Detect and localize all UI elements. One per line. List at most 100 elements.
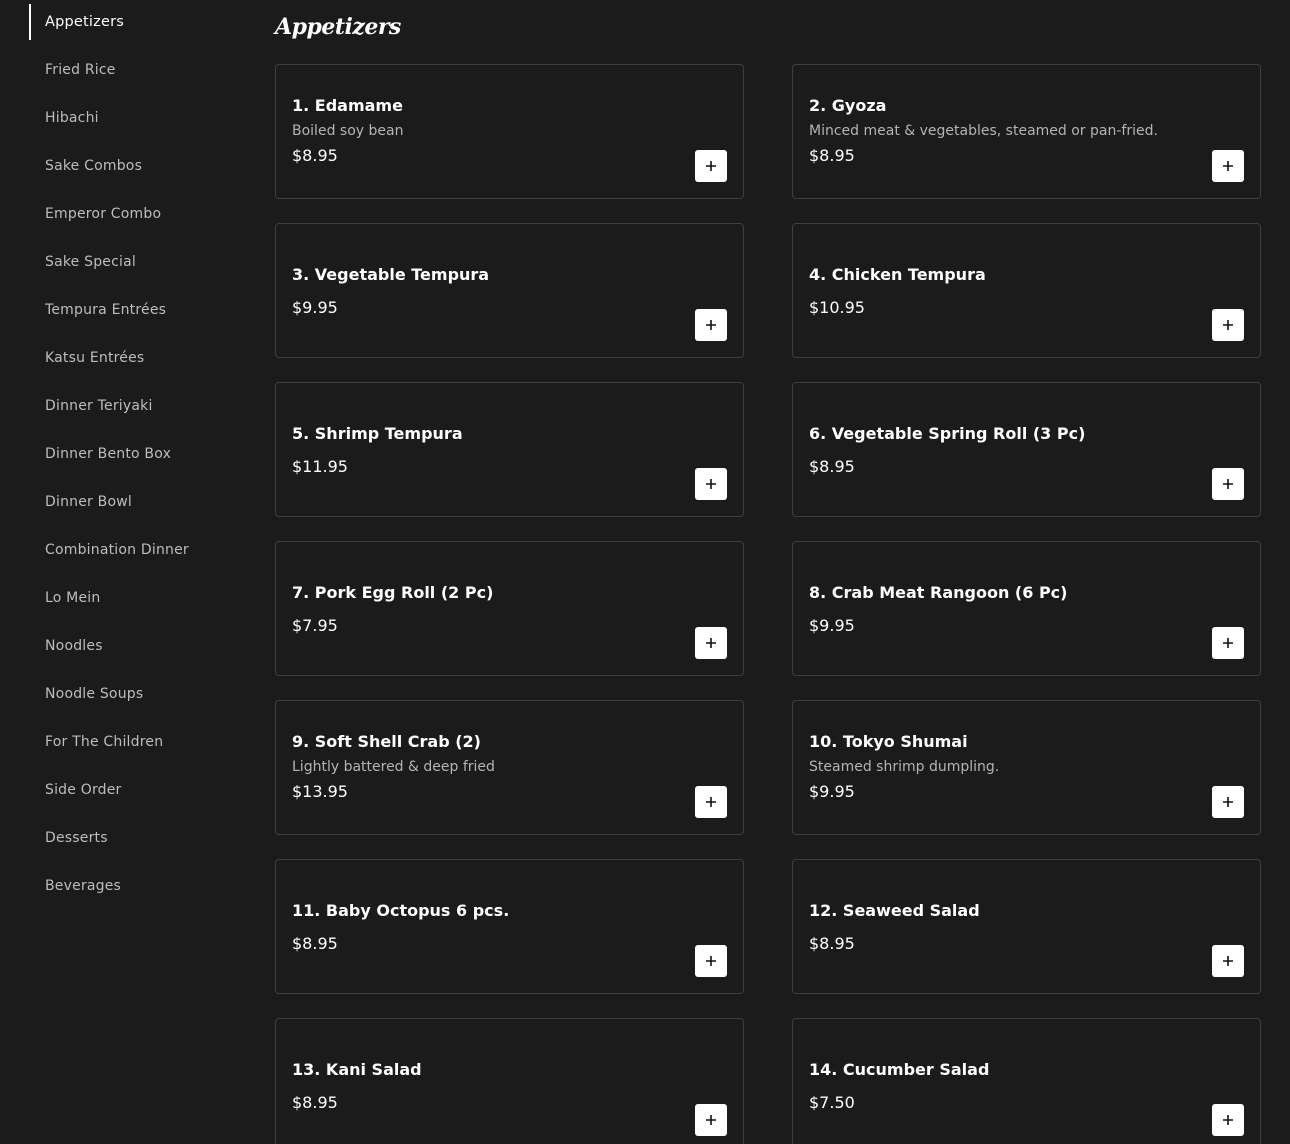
menu-item-price: $8.95	[292, 1093, 338, 1112]
plus-icon	[1223, 320, 1233, 330]
sidebar-item-sake-special[interactable]: Sake Special	[29, 244, 239, 280]
menu-item-card[interactable]: 9. Soft Shell Crab (2) Lightly battered …	[275, 700, 744, 835]
sidebar-item-hibachi[interactable]: Hibachi	[29, 100, 239, 136]
menu-item-price: $7.50	[809, 1093, 855, 1112]
sidebar-item-label: Noodle Soups	[45, 686, 144, 702]
menu-item-price: $8.95	[809, 934, 855, 953]
plus-icon	[706, 161, 716, 171]
add-to-cart-button[interactable]	[695, 786, 727, 818]
menu-item-price: $13.95	[292, 782, 348, 801]
sidebar-item-sake-combos[interactable]: Sake Combos	[29, 148, 239, 184]
add-to-cart-button[interactable]	[695, 945, 727, 977]
plus-icon	[1223, 638, 1233, 648]
plus-icon	[706, 1115, 716, 1125]
menu-item-card[interactable]: 2. Gyoza Minced meat & vegetables, steam…	[792, 64, 1261, 199]
menu-item-name: 14. Cucumber Salad	[809, 1060, 990, 1079]
sidebar-item-side-order[interactable]: Side Order	[29, 772, 239, 808]
menu-item-card[interactable]: 14. Cucumber Salad $7.50	[792, 1018, 1261, 1144]
add-to-cart-button[interactable]	[695, 309, 727, 341]
menu-item-card[interactable]: 1. Edamame Boiled soy bean $8.95	[275, 64, 744, 199]
menu-item-info: 4. Chicken Tempura $10.95	[809, 224, 1190, 357]
menu-item-price: $9.95	[292, 298, 338, 317]
menu-item-price: $9.95	[809, 616, 855, 635]
category-sidebar: Appetizers Fried Rice Hibachi Sake Combo…	[29, 0, 239, 916]
sidebar-item-label: Katsu Entrées	[45, 350, 145, 366]
menu-item-card[interactable]: 5. Shrimp Tempura $11.95	[275, 382, 744, 517]
menu-item-description: Boiled soy bean	[292, 123, 404, 139]
menu-item-description: Minced meat & vegetables, steamed or pan…	[809, 123, 1158, 139]
menu-item-name: 6. Vegetable Spring Roll (3 Pc)	[809, 424, 1086, 443]
menu-item-price: $8.95	[809, 457, 855, 476]
menu-item-price: $8.95	[809, 146, 855, 165]
menu-item-info: 5. Shrimp Tempura $11.95	[292, 383, 673, 516]
menu-item-card[interactable]: 11. Baby Octopus 6 pcs. $8.95	[275, 859, 744, 994]
menu-item-name: 2. Gyoza	[809, 96, 887, 115]
sidebar-item-label: Sake Special	[45, 254, 136, 270]
sidebar-item-for-the-children[interactable]: For The Children	[29, 724, 239, 760]
menu-item-info: 6. Vegetable Spring Roll (3 Pc) $8.95	[809, 383, 1190, 516]
plus-icon	[1223, 797, 1233, 807]
add-to-cart-button[interactable]	[695, 627, 727, 659]
menu-item-name: 7. Pork Egg Roll (2 Pc)	[292, 583, 494, 602]
menu-item-price: $10.95	[809, 298, 865, 317]
menu-item-name: 4. Chicken Tempura	[809, 265, 986, 284]
sidebar-item-combination-dinner[interactable]: Combination Dinner	[29, 532, 239, 568]
menu-item-info: 2. Gyoza Minced meat & vegetables, steam…	[809, 65, 1190, 198]
menu-item-name: 13. Kani Salad	[292, 1060, 422, 1079]
sidebar-item-label: Desserts	[45, 830, 108, 846]
add-to-cart-button[interactable]	[1212, 309, 1244, 341]
add-to-cart-button[interactable]	[1212, 945, 1244, 977]
menu-item-card[interactable]: 10. Tokyo Shumai Steamed shrimp dumpling…	[792, 700, 1261, 835]
add-to-cart-button[interactable]	[1212, 786, 1244, 818]
sidebar-item-beverages[interactable]: Beverages	[29, 868, 239, 904]
plus-icon	[706, 320, 716, 330]
sidebar-item-desserts[interactable]: Desserts	[29, 820, 239, 856]
plus-icon	[1223, 1115, 1233, 1125]
add-to-cart-button[interactable]	[695, 150, 727, 182]
sidebar-item-lo-mein[interactable]: Lo Mein	[29, 580, 239, 616]
sidebar-item-label: Combination Dinner	[45, 542, 189, 558]
section-title: Appetizers	[275, 14, 401, 40]
sidebar-item-label: Emperor Combo	[45, 206, 162, 222]
plus-icon	[706, 797, 716, 807]
sidebar-item-dinner-bento-box[interactable]: Dinner Bento Box	[29, 436, 239, 472]
sidebar-item-katsu-entrees[interactable]: Katsu Entrées	[29, 340, 239, 376]
menu-item-card[interactable]: 13. Kani Salad $8.95	[275, 1018, 744, 1144]
menu-item-card[interactable]: 12. Seaweed Salad $8.95	[792, 859, 1261, 994]
sidebar-item-noodles[interactable]: Noodles	[29, 628, 239, 664]
sidebar-item-label: Noodles	[45, 638, 103, 654]
sidebar-item-label: Dinner Bento Box	[45, 446, 172, 462]
menu-item-card[interactable]: 6. Vegetable Spring Roll (3 Pc) $8.95	[792, 382, 1261, 517]
menu-item-info: 13. Kani Salad $8.95	[292, 1019, 673, 1144]
add-to-cart-button[interactable]	[1212, 627, 1244, 659]
add-to-cart-button[interactable]	[695, 468, 727, 500]
sidebar-item-label: Beverages	[45, 878, 122, 894]
sidebar-item-fried-rice[interactable]: Fried Rice	[29, 52, 239, 88]
sidebar-item-tempura-entrees[interactable]: Tempura Entrées	[29, 292, 239, 328]
sidebar-item-dinner-bowl[interactable]: Dinner Bowl	[29, 484, 239, 520]
add-to-cart-button[interactable]	[1212, 150, 1244, 182]
menu-item-card[interactable]: 7. Pork Egg Roll (2 Pc) $7.95	[275, 541, 744, 676]
menu-item-info: 8. Crab Meat Rangoon (6 Pc) $9.95	[809, 542, 1190, 675]
menu-item-name: 9. Soft Shell Crab (2)	[292, 732, 481, 751]
menu-item-card[interactable]: 4. Chicken Tempura $10.95	[792, 223, 1261, 358]
plus-icon	[706, 638, 716, 648]
sidebar-item-label: Appetizers	[45, 14, 125, 30]
plus-icon	[1223, 479, 1233, 489]
sidebar-item-noodle-soups[interactable]: Noodle Soups	[29, 676, 239, 712]
add-to-cart-button[interactable]	[1212, 1104, 1244, 1136]
sidebar-item-label: Hibachi	[45, 110, 99, 126]
sidebar-item-label: Sake Combos	[45, 158, 143, 174]
sidebar-item-emperor-combo[interactable]: Emperor Combo	[29, 196, 239, 232]
menu-item-card[interactable]: 3. Vegetable Tempura $9.95	[275, 223, 744, 358]
add-to-cart-button[interactable]	[1212, 468, 1244, 500]
sidebar-item-appetizers[interactable]: Appetizers	[29, 4, 239, 40]
add-to-cart-button[interactable]	[695, 1104, 727, 1136]
menu-item-info: 14. Cucumber Salad $7.50	[809, 1019, 1190, 1144]
menu-item-name: 5. Shrimp Tempura	[292, 424, 463, 443]
sidebar-item-label: Tempura Entrées	[45, 302, 167, 318]
sidebar-item-label: Side Order	[45, 782, 122, 798]
sidebar-item-dinner-teriyaki[interactable]: Dinner Teriyaki	[29, 388, 239, 424]
menu-item-card[interactable]: 8. Crab Meat Rangoon (6 Pc) $9.95	[792, 541, 1261, 676]
menu-item-grid: 1. Edamame Boiled soy bean $8.95 2. Gyoz…	[275, 64, 1261, 1144]
